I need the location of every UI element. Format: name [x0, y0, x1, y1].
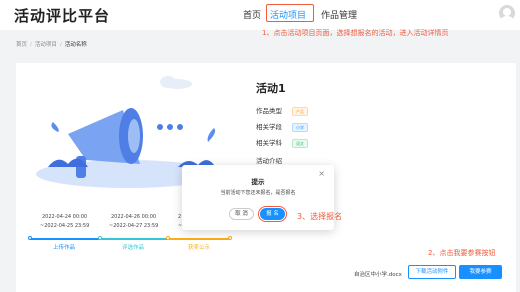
join-contest-button[interactable]: 我要参赛: [459, 265, 502, 279]
step2-annotation: 2、点击我要参赛按钮: [428, 249, 496, 257]
step3-annotation: 3、选择报名: [297, 212, 343, 221]
dialog-title: 提示: [251, 178, 265, 186]
field-label-stage: 相关学段: [256, 123, 282, 131]
stage2-dot: [98, 236, 102, 240]
nav-work-management[interactable]: 作品管理: [321, 8, 357, 21]
stage2-label: 评选作品: [122, 245, 145, 251]
stage1-end: ~2022-04-25 23:59: [40, 223, 90, 229]
stage1-bar: [30, 238, 100, 240]
field-label-work-type: 作品类型: [256, 107, 282, 115]
top-header: 活动评比平台 首页 活动项目 作品管理: [0, 0, 520, 30]
stage3-label: 获奖公示: [188, 245, 211, 251]
breadcrumb-home[interactable]: 首页: [16, 42, 27, 48]
signup-button[interactable]: 报 名: [260, 208, 285, 220]
stage2-bar: [100, 238, 168, 240]
stage-end-dot: [228, 236, 232, 240]
activity-title: 活动1: [256, 82, 286, 95]
work-type-tag: 产品: [292, 107, 308, 116]
cancel-button[interactable]: 取 消: [229, 208, 254, 220]
breadcrumb-projects[interactable]: 活动项目: [35, 42, 57, 48]
dialog-message: 当前活动下您还未报名，是否报名: [220, 190, 296, 196]
field-label-subject: 相关学科: [256, 139, 282, 147]
stage1-dot: [28, 236, 32, 240]
breadcrumb-current: 活动名称: [64, 42, 87, 48]
stage3-start: 2: [178, 214, 182, 220]
attachment-file-name[interactable]: 自治区中小学.docx: [354, 270, 402, 278]
subject-tag: 语文: [292, 139, 308, 148]
breadcrumb: 首页 / 活动项目 / 活动名称: [16, 42, 87, 48]
stage1-label: 上传作品: [53, 245, 76, 251]
step1-annotation: 1、点击活动项目页面，选择想报名的活动，进入活动详情页: [262, 29, 449, 37]
download-attachment-button[interactable]: 下载活动附件: [408, 265, 456, 279]
stage2-end: ~2022-04-27 23:59: [109, 223, 159, 229]
stage-tag: 小学: [292, 123, 308, 132]
close-icon[interactable]: ×: [318, 170, 325, 178]
nav-home[interactable]: 首页: [243, 8, 261, 21]
stage3-dot: [166, 236, 170, 240]
stage1-start: 2022-04-24 00:00: [42, 214, 88, 220]
nav-activity-projects[interactable]: 活动项目: [270, 8, 306, 21]
stage2-start: 2022-04-26 00:00: [111, 214, 157, 220]
activity-intro-label: 活动介绍: [256, 157, 282, 165]
stage3-bar: [168, 238, 230, 240]
user-avatar[interactable]: [499, 5, 515, 21]
brand-title: 活动评比平台: [14, 7, 111, 25]
